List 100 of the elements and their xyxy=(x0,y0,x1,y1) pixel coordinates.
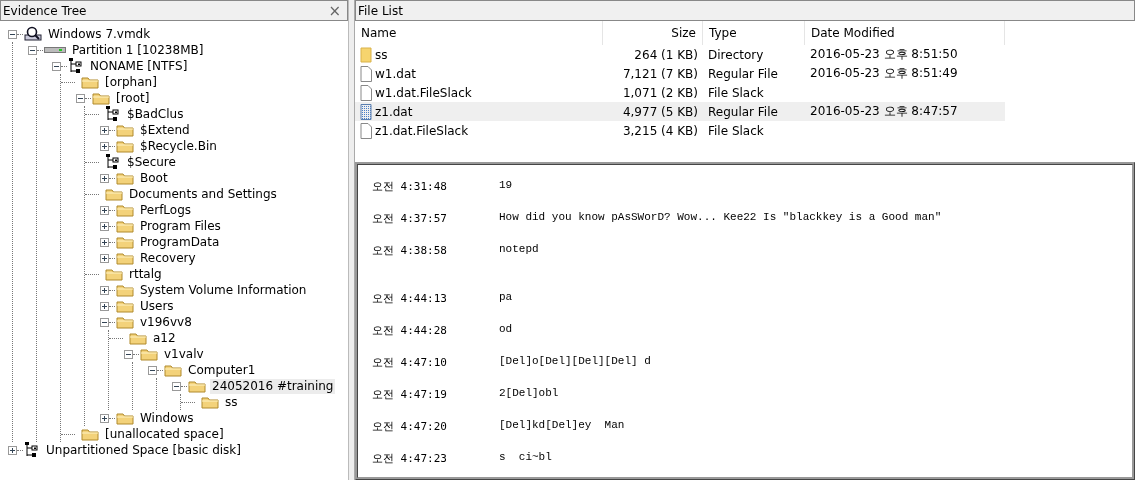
column-header[interactable]: Size xyxy=(603,21,703,45)
expand-toggle[interactable] xyxy=(100,221,109,231)
file-row[interactable]: z1.dat 4,977 (5 KB) Regular File 2016-05-23 오후 8:47:57 xyxy=(355,102,1005,121)
date-modified: 2016-05-23 오후 8:51:49 xyxy=(810,65,958,82)
collapse-toggle[interactable] xyxy=(52,61,61,71)
collapse-toggle[interactable] xyxy=(148,365,157,375)
file-name: ss xyxy=(375,47,388,62)
collapse-toggle[interactable] xyxy=(28,45,37,55)
log-text: s ci~bl xyxy=(499,451,552,463)
folder-icon xyxy=(105,187,123,201)
tree-item[interactable]: $Recycle.Bin xyxy=(138,138,219,154)
file-type: Regular File xyxy=(708,66,778,81)
tree-item[interactable]: ss xyxy=(223,394,240,410)
plus-icon xyxy=(100,253,109,263)
file-row[interactable]: w1.dat.FileSlack 1,071 (2 KB) File Slack xyxy=(355,83,1005,102)
collapse-toggle[interactable] xyxy=(76,93,85,103)
timestamp: 오전 4:31:48 xyxy=(372,179,448,194)
folder-icon xyxy=(140,347,158,361)
tree-item[interactable]: rttalg xyxy=(127,266,164,282)
tree-item[interactable]: System Volume Information xyxy=(138,282,309,298)
tree-item[interactable]: Documents and Settings xyxy=(127,186,279,202)
expand-toggle[interactable] xyxy=(100,205,109,215)
file-name: w1.dat xyxy=(375,66,416,81)
expand-toggle[interactable] xyxy=(100,253,109,263)
tree-item[interactable]: Recovery xyxy=(138,250,198,266)
log-text: 19 xyxy=(499,179,513,191)
timestamp: 오전 4:47:20 xyxy=(372,419,448,434)
file-size: 264 (1 KB) xyxy=(634,47,698,62)
folder-icon xyxy=(116,235,134,249)
expand-toggle[interactable] xyxy=(100,125,109,135)
timestamp: 오전 4:47:23 xyxy=(372,451,448,466)
file-type: File Slack xyxy=(708,123,764,138)
plus-icon xyxy=(100,237,109,247)
tree-item[interactable]: ProgramData xyxy=(138,234,222,250)
file-size: 4,977 (5 KB) xyxy=(622,104,698,119)
column-header[interactable]: Date Modified xyxy=(805,21,1005,45)
log-text: notepd xyxy=(499,243,539,255)
tree-item[interactable]: $Extend xyxy=(138,122,192,138)
collapse-toggle[interactable] xyxy=(124,349,133,359)
file-size: 7,121 (7 KB) xyxy=(622,66,698,81)
collapse-toggle[interactable] xyxy=(172,381,181,391)
tree-item[interactable]: Program Files xyxy=(138,218,223,234)
tree-item[interactable]: Boot xyxy=(138,170,170,186)
tree-item[interactable]: Users xyxy=(138,298,176,314)
expand-toggle[interactable] xyxy=(100,237,109,247)
tree-item[interactable]: [unallocated space] xyxy=(103,426,226,442)
folder-icon xyxy=(116,219,134,233)
tree-item[interactable]: $BadClus xyxy=(125,106,186,122)
date-modified: 2016-05-23 오후 8:47:57 xyxy=(810,103,958,120)
tree-item[interactable]: Windows 7.vmdk xyxy=(46,26,153,42)
tree-item[interactable]: v196vv8 xyxy=(138,314,194,330)
tree-structure-icon xyxy=(105,106,121,122)
collapse-toggle[interactable] xyxy=(100,317,109,327)
expand-toggle[interactable] xyxy=(100,141,109,151)
file-name: z1.dat.FileSlack xyxy=(375,123,469,138)
tree-structure-icon xyxy=(24,442,40,458)
minus-icon xyxy=(52,61,61,71)
file-icon xyxy=(360,122,372,139)
plus-icon xyxy=(100,285,109,295)
tree-item[interactable]: $Secure xyxy=(125,154,178,170)
minus-icon xyxy=(172,381,181,391)
log-text: [Del]kd[Del]ey Man xyxy=(499,419,625,431)
collapse-toggle[interactable] xyxy=(8,29,17,39)
expand-toggle[interactable] xyxy=(100,173,109,183)
tree-item[interactable]: PerfLogs xyxy=(138,202,194,218)
tree-item[interactable]: Windows xyxy=(138,410,196,426)
file-name: w1.dat.FileSlack xyxy=(375,85,472,100)
file-row[interactable]: ss 264 (1 KB) Directory 2016-05-23 오후 8:51:50 xyxy=(355,45,1005,64)
tree-structure-icon xyxy=(68,58,84,74)
timestamp: 오전 4:44:13 xyxy=(372,291,448,306)
date-modified: 2016-05-23 오후 8:51:50 xyxy=(810,46,958,63)
expand-toggle[interactable] xyxy=(100,285,109,295)
column-header[interactable]: Name xyxy=(355,21,603,45)
plus-icon xyxy=(8,445,17,455)
timestamp: 오전 4:44:28 xyxy=(372,323,448,338)
tree-item[interactable]: NONAME [NTFS] xyxy=(88,58,190,74)
close-button[interactable]: × xyxy=(326,2,343,19)
file-row[interactable]: z1.dat.FileSlack 3,215 (4 KB) File Slack xyxy=(355,121,1005,140)
panel-title: File List xyxy=(358,3,403,18)
folder-icon xyxy=(164,363,182,377)
expand-toggle[interactable] xyxy=(100,301,109,311)
minus-icon xyxy=(28,45,37,55)
tree-item[interactable]: Unpartitioned Space [basic disk] xyxy=(44,442,243,458)
expand-toggle[interactable] xyxy=(100,413,109,423)
expand-toggle[interactable] xyxy=(8,445,17,455)
minus-icon xyxy=(148,365,157,375)
tree-item[interactable]: [orphan] xyxy=(103,74,159,90)
column-header[interactable]: Type xyxy=(703,21,805,45)
tree-item[interactable]: [root] xyxy=(114,90,152,106)
folder-icon xyxy=(360,46,372,63)
tree-item[interactable]: 24052016 #training xyxy=(210,378,336,394)
file-type: Directory xyxy=(708,47,764,62)
tree-item[interactable]: Partition 1 [10238MB] xyxy=(70,42,206,58)
minus-icon xyxy=(100,317,109,327)
file-size: 1,071 (2 KB) xyxy=(622,85,698,100)
tree-item[interactable]: Computer1 xyxy=(186,362,258,378)
tree-item[interactable]: v1valv xyxy=(162,346,206,362)
minus-icon xyxy=(124,349,133,359)
file-row[interactable]: w1.dat 7,121 (7 KB) Regular File 2016-05-23 오후 8:51:49 xyxy=(355,64,1005,83)
tree-item[interactable]: a12 xyxy=(151,330,178,346)
